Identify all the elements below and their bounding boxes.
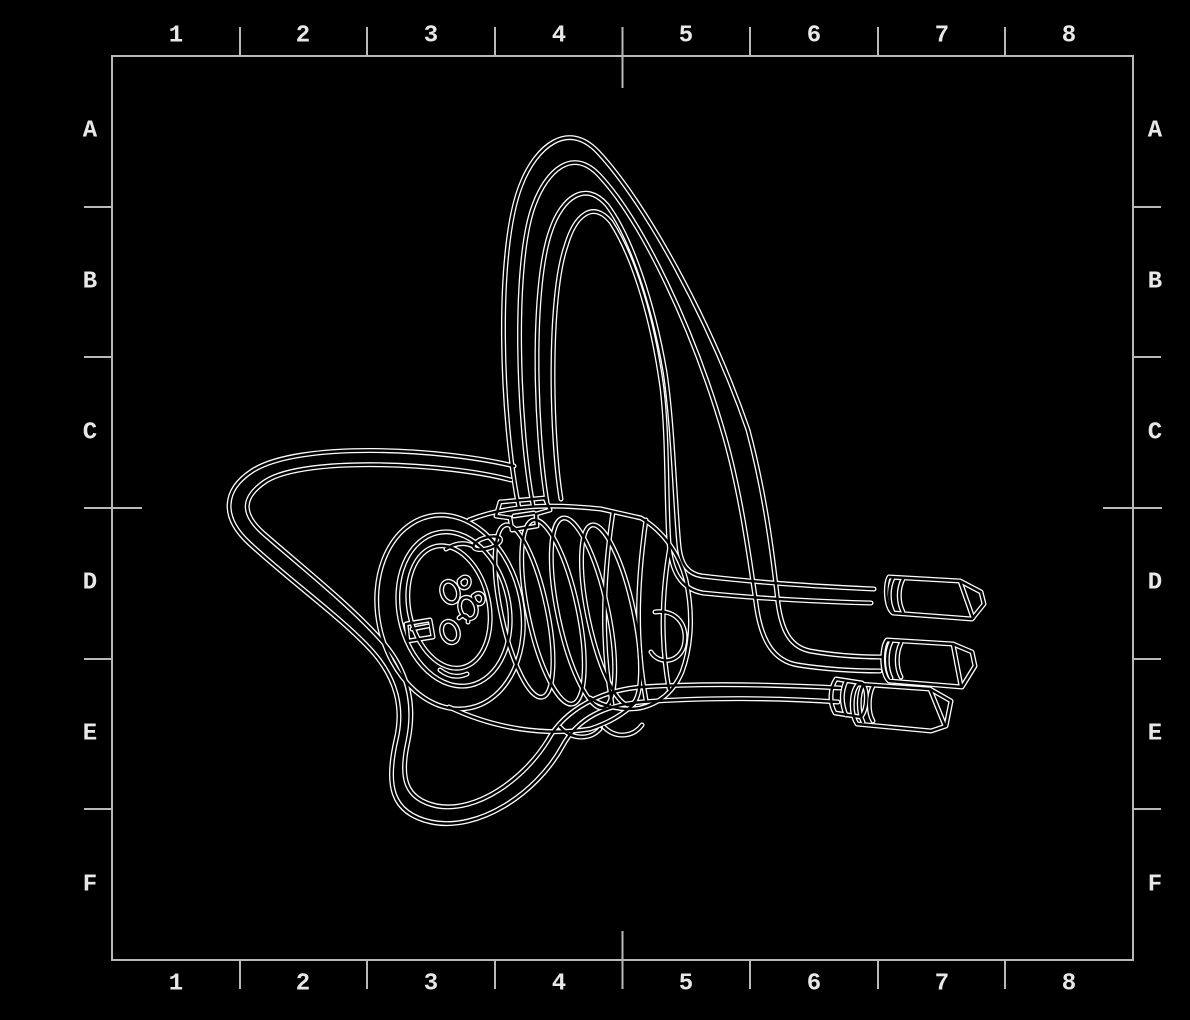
cable-connector-assembly-drawing	[0, 0, 1190, 1020]
grid-label-bottom-col8: 8	[1062, 971, 1076, 998]
grid-label-right-rowB: B	[1148, 269, 1162, 296]
grid-label-left-rowB: B	[83, 269, 97, 296]
grid-label-right-rowA: A	[1148, 118, 1162, 145]
grid-label-right-rowE: E	[1148, 721, 1162, 748]
grid-label-bottom-col5: 5	[679, 971, 693, 998]
grid-label-top-col5: 5	[679, 23, 693, 50]
grid-label-left-rowF: F	[83, 872, 97, 899]
grid-label-bottom-col4: 4	[552, 971, 566, 998]
grid-label-left-rowE: E	[83, 721, 97, 748]
grid-label-left-rowA: A	[83, 118, 97, 145]
grid-label-right-rowC: C	[1148, 420, 1162, 447]
grid-label-bottom-col1: 1	[169, 971, 183, 998]
grid-label-top-col7: 7	[935, 23, 949, 50]
grid-label-left-rowC: C	[83, 420, 97, 447]
grid-label-bottom-col3: 3	[424, 971, 438, 998]
grid-label-top-col2: 2	[296, 23, 310, 50]
drawing-sheet: 1 2 3 4 5 6 7 8 1 2 3 4 5 6 7 8 A B C D …	[0, 0, 1190, 1020]
grid-label-top-col4: 4	[552, 23, 566, 50]
grid-label-bottom-col7: 7	[935, 971, 949, 998]
grid-label-bottom-col2: 2	[296, 971, 310, 998]
figure-line-halo	[229, 138, 984, 824]
grid-label-top-col8: 8	[1062, 23, 1076, 50]
grid-label-right-rowF: F	[1148, 872, 1162, 899]
grid-label-right-rowD: D	[1148, 570, 1162, 597]
grid-label-top-col3: 3	[424, 23, 438, 50]
top-tick-marks	[240, 27, 1005, 88]
grid-label-left-rowD: D	[83, 570, 97, 597]
grid-label-top-col6: 6	[807, 23, 821, 50]
grid-label-bottom-col6: 6	[807, 971, 821, 998]
grid-label-top-col1: 1	[169, 23, 183, 50]
drawing-border	[112, 56, 1133, 960]
